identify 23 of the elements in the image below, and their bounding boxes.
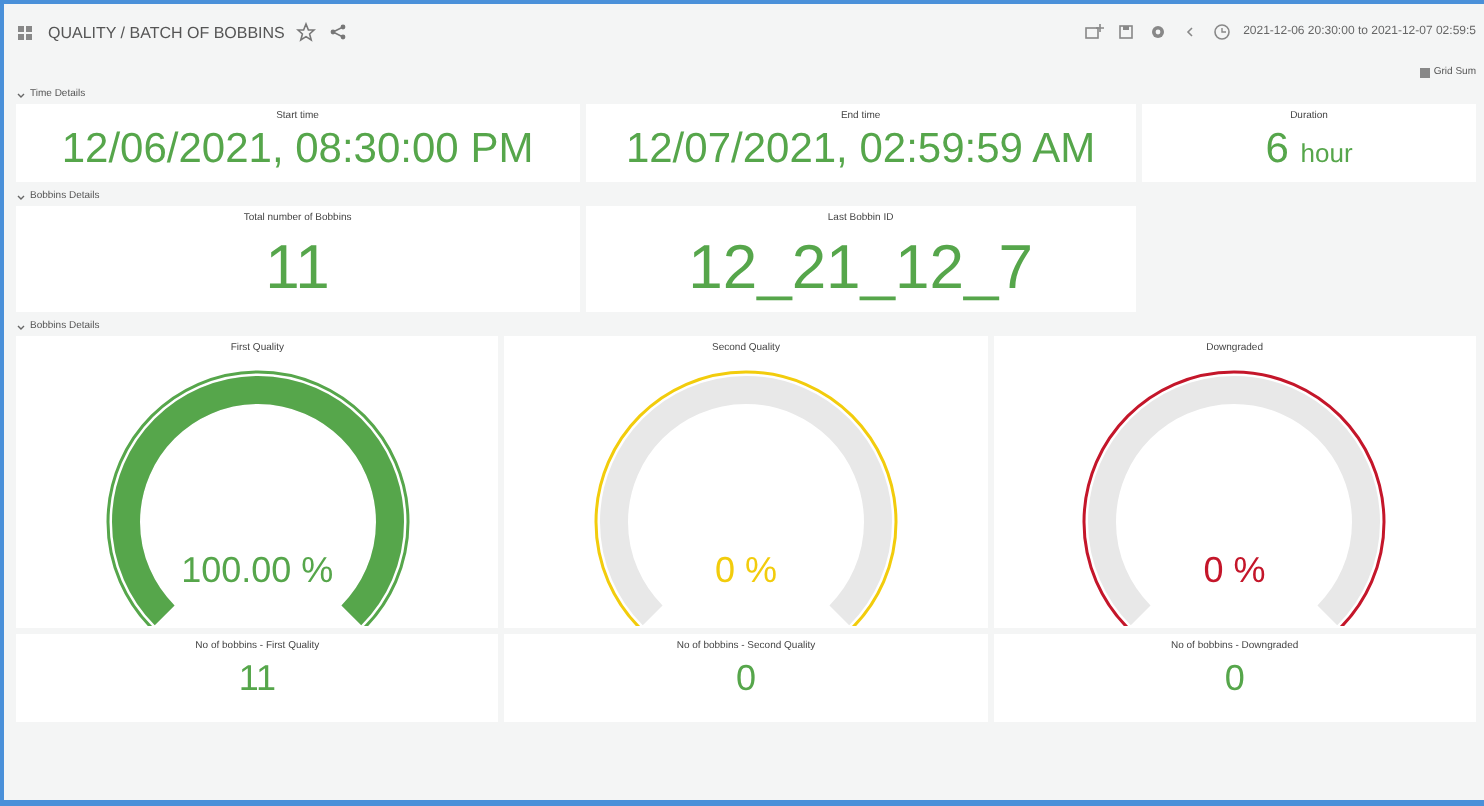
add-panel-icon[interactable] <box>1083 22 1104 42</box>
chevron-icon[interactable] <box>16 191 26 201</box>
gauge-value: 100.00 % <box>181 550 334 590</box>
gauge-value: 0 % <box>1203 550 1266 590</box>
stat-value: 12/06/2021, 08:30:00 PM <box>61 124 534 176</box>
star-icon[interactable] <box>296 22 317 42</box>
share-icon[interactable] <box>328 22 349 42</box>
stat-value: 0 <box>1224 656 1245 702</box>
stat-value: 6 hour <box>1265 124 1353 176</box>
stat-value: 11 <box>238 656 276 702</box>
settings-icon[interactable] <box>1147 22 1168 42</box>
chevron-icon[interactable] <box>16 321 26 331</box>
stat-value: 12/07/2021, 02:59:59 AM <box>625 124 1096 176</box>
stat-value: 0 <box>735 656 756 702</box>
dashboard-grid-icon[interactable] <box>16 22 36 42</box>
dashboard-breadcrumb[interactable]: QUALITY / BATCH OF BOBBINS <box>48 23 285 41</box>
grid-icon <box>1419 67 1430 77</box>
chevron-icon[interactable] <box>16 89 26 99</box>
save-icon[interactable] <box>1115 22 1136 42</box>
gauge-value: 0 % <box>714 550 777 590</box>
stat-value: 11 <box>265 230 330 306</box>
clock-icon[interactable] <box>1211 22 1232 42</box>
stat-value: 12_21_12_7 <box>688 230 1034 306</box>
